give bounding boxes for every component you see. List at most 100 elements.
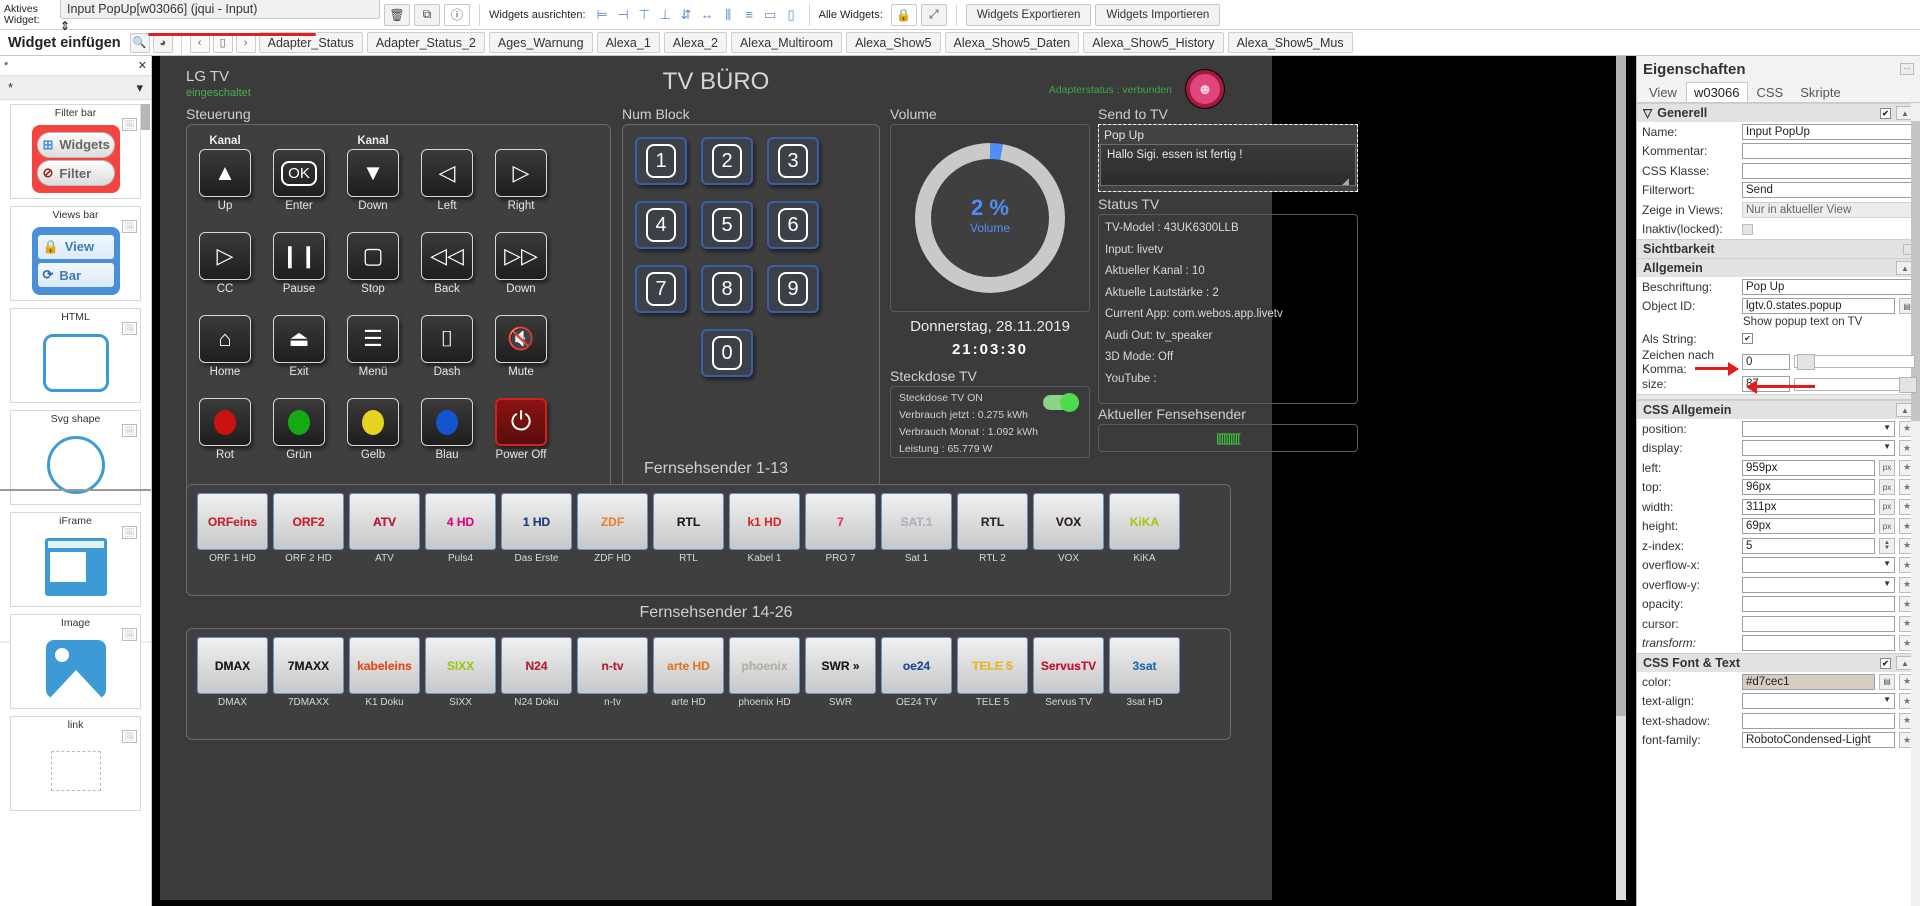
properties-tab-view[interactable]: View: [1641, 82, 1685, 102]
remote-button-exit[interactable]: ⏏: [273, 315, 325, 363]
palette-item[interactable]: HTML 🖼: [10, 308, 141, 403]
view-tab[interactable]: Alexa_Show5: [846, 32, 941, 53]
channel-item[interactable]: KiKA KiKA: [1109, 493, 1180, 564]
channel-item[interactable]: ZDF ZDF HD: [577, 493, 648, 564]
palette-scrollbar[interactable]: [141, 104, 150, 130]
palette-item[interactable]: iFrame🖼</span></div><div class="r1" styl…: [0, 489, 151, 643]
steckdose-toggle[interactable]: [1043, 393, 1079, 412]
property-unit[interactable]: px: [1879, 459, 1895, 476]
property-input[interactable]: 0: [1742, 353, 1790, 370]
num-button-1[interactable]: 1: [635, 137, 687, 185]
palette-item[interactable]: Views bar 🖼 🔒 View ⟳ Bar: [10, 206, 141, 301]
lock-icon[interactable]: 🔒: [890, 3, 917, 26]
property-input[interactable]: 311px: [1742, 498, 1875, 515]
property-unit[interactable]: px: [1879, 498, 1895, 515]
view-tab[interactable]: Alexa_2: [663, 32, 727, 53]
remote-button-stop[interactable]: ▢: [347, 232, 399, 280]
channel-item[interactable]: arte HD arte HD: [653, 637, 724, 708]
distribute-horizontal-icon[interactable]: ⫼: [720, 5, 737, 25]
property-input[interactable]: RobotoCondensed-Light: [1742, 732, 1895, 749]
remote-button-back[interactable]: ◁◁: [421, 232, 473, 280]
property-input[interactable]: [1742, 162, 1915, 179]
property-input[interactable]: 96px: [1742, 479, 1875, 496]
grip-icon[interactable]: ⋯: [1900, 63, 1914, 75]
num-button-0[interactable]: 0: [701, 329, 753, 377]
property-input[interactable]: 959px: [1742, 459, 1875, 476]
active-widget-select[interactable]: Input PopUp[w03066] (jqui - Input): [60, 0, 380, 19]
align-left-icon[interactable]: ⊨: [594, 5, 611, 25]
channel-item[interactable]: phoenix phoenix HD: [729, 637, 800, 708]
palette-search-input[interactable]: *: [4, 60, 8, 72]
channel-item[interactable]: kabeleins K1 Doku: [349, 637, 420, 708]
num-button-6[interactable]: 6: [767, 201, 819, 249]
channel-item[interactable]: DMAX DMAX: [197, 637, 268, 708]
view-tab[interactable]: Alexa_1: [596, 32, 660, 53]
view-tab[interactable]: Alexa_Show5_History: [1083, 32, 1224, 53]
property-select[interactable]: ▼: [1742, 420, 1895, 437]
channel-item[interactable]: ATV ATV: [349, 493, 420, 564]
property-select[interactable]: ▼: [1742, 576, 1895, 593]
num-button-9[interactable]: 9: [767, 265, 819, 313]
num-button-4[interactable]: 4: [635, 201, 687, 249]
property-input[interactable]: Input PopUp: [1742, 123, 1915, 140]
property-input[interactable]: [1742, 635, 1895, 652]
channel-item[interactable]: SIXX SIXX: [425, 637, 496, 708]
channel-item[interactable]: oe24 OE24 TV: [881, 637, 952, 708]
remote-button-rot[interactable]: [199, 398, 251, 446]
remote-button-down[interactable]: ▼: [347, 149, 399, 197]
properties-tab-w03066[interactable]: w03066: [1685, 82, 1748, 102]
align-center-horizontal-icon[interactable]: ↔: [699, 5, 716, 25]
clipboard-icon[interactable]: ▯: [212, 32, 233, 53]
align-right-icon[interactable]: ⊣: [615, 5, 632, 25]
property-input[interactable]: 69px: [1742, 518, 1875, 535]
palette-item[interactable]: Filter bar 🖼 ⊞ Widgets ⊘ Filter: [10, 104, 141, 199]
remote-button-down[interactable]: ▷▷: [495, 232, 547, 280]
remote-button-gelb[interactable]: [347, 398, 399, 446]
property-spinner[interactable]: 5: [1742, 537, 1875, 554]
channel-item[interactable]: ORFeins ORF 1 HD: [197, 493, 268, 564]
channel-item[interactable]: VOX VOX: [1033, 493, 1104, 564]
property-input[interactable]: [1742, 615, 1895, 632]
same-height-icon[interactable]: ▯: [783, 5, 800, 25]
palette-item[interactable]: link 🖼: [10, 716, 141, 811]
lg-logo-icon[interactable]: ☻: [1186, 70, 1224, 108]
remote-button-blau[interactable]: [421, 398, 473, 446]
resize-handle-icon[interactable]: ◢: [1342, 176, 1349, 187]
num-button-2[interactable]: 2: [701, 137, 753, 185]
channel-item[interactable]: RTL RTL 2: [957, 493, 1028, 564]
properties-group-header[interactable]: CSS Font & Text ✔ ▲: [1637, 653, 1920, 672]
remote-button-home[interactable]: ⌂: [199, 315, 251, 363]
channel-item[interactable]: 7MAXX 7DMAXX: [273, 637, 344, 708]
remote-button-power-off[interactable]: ⏻: [495, 398, 547, 446]
num-button-8[interactable]: 8: [701, 265, 753, 313]
properties-scrollbar[interactable]: [1911, 103, 1920, 906]
close-icon[interactable]: ✕: [138, 59, 147, 72]
num-button-3[interactable]: 3: [767, 137, 819, 185]
canvas-scrollbar[interactable]: [1616, 56, 1626, 900]
channel-item[interactable]: 7 PRO 7: [805, 493, 876, 564]
align-center-vertical-icon[interactable]: ⇵: [678, 5, 695, 25]
remote-button-left[interactable]: ◁: [421, 149, 473, 197]
property-unit[interactable]: px: [1879, 518, 1895, 535]
property-checkbox[interactable]: ✔: [1742, 333, 1753, 345]
property-input[interactable]: #d7cec1: [1742, 673, 1875, 690]
properties-group-header[interactable]: Sichtbarkeit: [1637, 239, 1920, 258]
property-input[interactable]: [1742, 143, 1915, 160]
channel-item[interactable]: 3sat 3sat HD: [1109, 637, 1180, 708]
palette-item[interactable]: Image 🖼: [10, 614, 141, 709]
property-select[interactable]: ▼: [1742, 440, 1895, 457]
remote-button-mute[interactable]: 🔇: [495, 315, 547, 363]
property-checkbox[interactable]: [1742, 223, 1753, 235]
property-slider[interactable]: [1794, 354, 1915, 370]
same-width-icon[interactable]: ▭: [762, 5, 779, 25]
view-tab[interactable]: Alexa_Show5_Mus: [1227, 32, 1353, 53]
property-input[interactable]: [1742, 596, 1895, 613]
remote-button-right[interactable]: ▷: [495, 149, 547, 197]
property-input[interactable]: lgtv.0.states.popup: [1742, 298, 1895, 315]
remote-button-menü[interactable]: ☰: [347, 315, 399, 363]
property-input[interactable]: Send: [1742, 182, 1915, 199]
eraser-icon[interactable]: ◕: [152, 32, 173, 53]
properties-tab-css[interactable]: CSS: [1749, 82, 1792, 102]
properties-group-header[interactable]: Allgemein ▲: [1637, 258, 1920, 277]
channel-item[interactable]: N24 N24 Doku: [501, 637, 572, 708]
